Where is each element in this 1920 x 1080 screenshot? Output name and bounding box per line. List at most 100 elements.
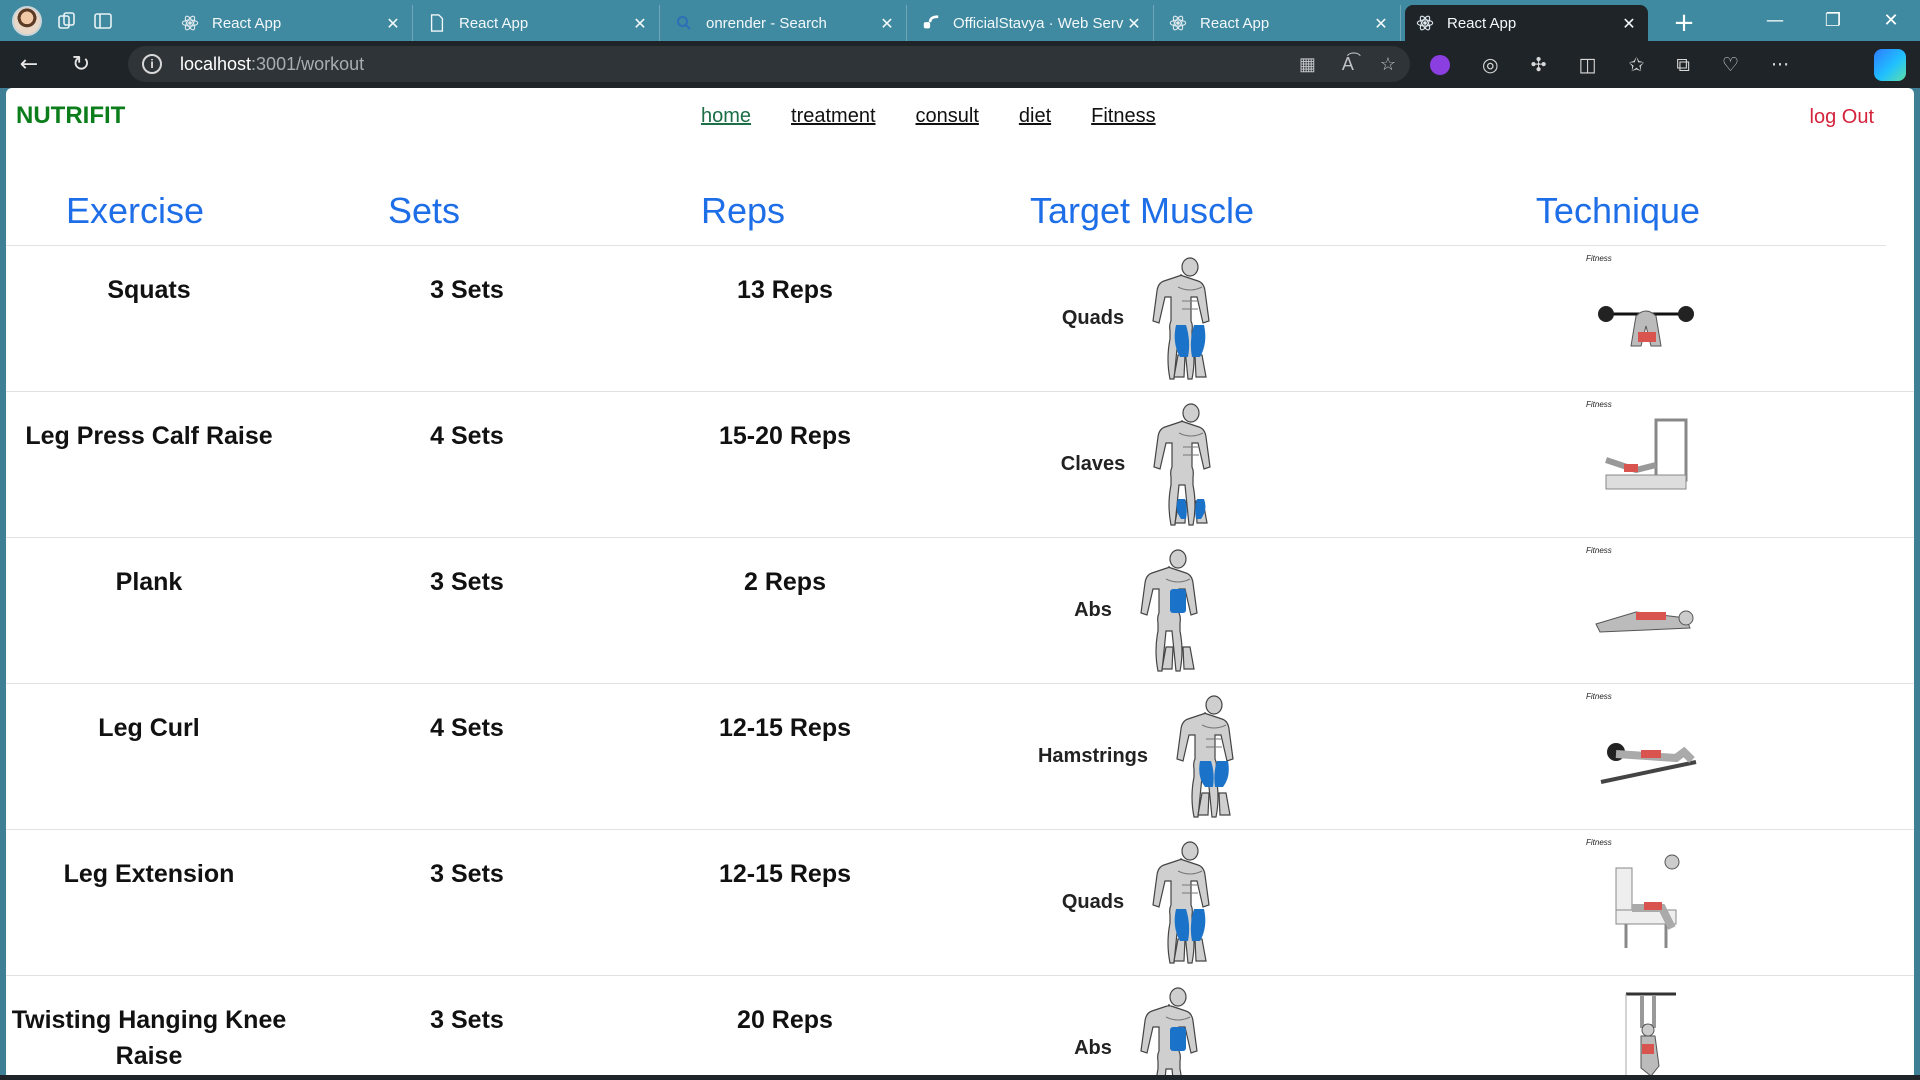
tab-actions-icon[interactable] <box>92 10 114 32</box>
technique-illustration: Fitness <box>1586 546 1706 670</box>
restore-button[interactable]: ❐ <box>1804 0 1862 41</box>
page-viewport: NUTRIFIT home treatment consult diet Fit… <box>6 88 1914 1075</box>
muscle-label: Quads <box>1061 891 1125 913</box>
tab-bar-left <box>0 0 170 41</box>
muscle-diagram-front-quads-icon <box>1138 256 1242 381</box>
search-icon <box>674 13 694 33</box>
close-tab-icon[interactable]: ✕ <box>1125 14 1143 33</box>
exercise-name: Leg Curl <box>98 714 200 742</box>
extensions-toolbar: ◎ ✣ ◫ ✩ ⧉ ♡ ··· <box>1430 41 1789 88</box>
tab-title: onrender - Search <box>706 14 827 32</box>
muscle-diagram-front-abs-icon <box>1126 548 1230 673</box>
reps-value: 12-15 Reps <box>718 714 852 742</box>
sets-value: 3 Sets <box>430 276 504 304</box>
muscle-diagram-front-abs-icon <box>1126 986 1230 1075</box>
brand-logo[interactable]: NUTRIFIT <box>16 102 125 130</box>
muscle-label: Abs <box>1074 599 1112 621</box>
technique-cell: Fitness <box>1376 392 1914 537</box>
table-row: Leg Press Calf Raise 4 Sets 15-20 Reps Clav… <box>6 392 1914 538</box>
exercise-name: Plank <box>115 568 183 596</box>
extension-target-icon[interactable]: ◎ <box>1482 54 1499 76</box>
muscle-label: Quads <box>1061 307 1125 329</box>
technique-illustration: Fitness <box>1586 692 1706 816</box>
nav-link-diet[interactable]: diet <box>1019 105 1051 128</box>
copilot-icon[interactable] <box>1874 49 1906 81</box>
nav-link-treatment[interactable]: treatment <box>791 105 875 128</box>
technique-watermark: Fitness <box>1586 400 1612 409</box>
split-screen-icon[interactable]: ◫ <box>1579 54 1597 76</box>
sets-value: 3 Sets <box>430 860 504 888</box>
muscle-label: Abs <box>1074 1037 1112 1059</box>
sets-value: 4 Sets <box>430 714 504 742</box>
technique-watermark: Fitness <box>1586 546 1612 555</box>
reps-value: 2 Reps <box>744 568 826 596</box>
technique-illustration: Fitness <box>1586 400 1706 524</box>
apps-icon[interactable]: ▦ <box>1299 54 1316 75</box>
exercise-name: Twisting Hanging Knee Raise <box>11 1006 287 1070</box>
technique-cell <box>1376 976 1914 1075</box>
header-reps: Reps <box>700 189 786 231</box>
table-row: Squats 3 Sets 13 Reps Quads Fitness <box>6 246 1914 392</box>
browser-tab[interactable]: onrender - Search ✕ <box>664 5 907 41</box>
browser-tab[interactable]: React App ✕ <box>417 5 660 41</box>
browser-tab[interactable]: React App ✕ <box>1158 5 1401 41</box>
workout-table: Exercise Sets Reps Target Muscle Techniq… <box>6 176 1914 1075</box>
address-bar-actions: ▦ A͡ ☆ <box>1299 46 1396 82</box>
logout-link[interactable]: log Out <box>1810 106 1874 129</box>
page-icon <box>427 13 447 33</box>
browser-essentials-icon[interactable]: ♡ <box>1722 54 1739 76</box>
close-tab-icon[interactable]: ✕ <box>631 14 649 33</box>
refresh-button[interactable]: ↻ <box>58 45 104 85</box>
browser-tab[interactable]: OfficialStavya · Web Serv ✕ <box>911 5 1154 41</box>
main-menu: home treatment consult diet Fitness <box>701 105 1156 128</box>
app-navbar: NUTRIFIT home treatment consult diet Fit… <box>6 88 1914 150</box>
browser-tab[interactable]: React App ✕ <box>1405 5 1648 41</box>
close-tab-icon[interactable]: ✕ <box>1620 14 1638 33</box>
close-tab-icon[interactable]: ✕ <box>384 14 402 33</box>
table-row: Leg Extension 3 Sets 12-15 Reps Quads Fitnes… <box>6 830 1914 976</box>
browser-tab-bar: React App ✕ React App ✕ onrender - Search ✕ Of… <box>0 0 1920 41</box>
nav-link-home[interactable]: home <box>701 105 751 128</box>
tab-title: React App <box>1200 14 1270 32</box>
table-header: Exercise Sets Reps Target Muscle Techniq… <box>6 176 1886 246</box>
technique-cell: Fitness <box>1376 246 1914 391</box>
browser-toolbar: ← ↻ i localhost:3001/workout ▦ A͡ ☆ ◎ ✣ … <box>0 41 1920 88</box>
favorites-icon[interactable]: ✩ <box>1628 54 1644 76</box>
new-tab-button[interactable]: + <box>1664 5 1704 41</box>
favorite-star-icon[interactable]: ☆ <box>1380 54 1396 75</box>
back-button[interactable]: ← <box>6 45 52 85</box>
technique-watermark: Fitness <box>1586 254 1612 263</box>
url-path: :3001/workout <box>251 53 365 74</box>
technique-watermark: Fitness <box>1586 692 1612 701</box>
reps-value: 15-20 Reps <box>718 422 852 450</box>
minimize-button[interactable]: — <box>1746 0 1804 41</box>
target-muscle-cell: Quads <box>928 246 1376 391</box>
muscle-label: Hamstrings <box>1037 745 1149 767</box>
render-icon <box>921 13 941 33</box>
technique-cell: Fitness <box>1376 684 1914 829</box>
extensions-icon[interactable]: ✣ <box>1531 54 1547 76</box>
url-host: localhost <box>180 53 252 74</box>
exercise-name: Leg Extension <box>63 860 235 888</box>
extension-purple-icon[interactable] <box>1430 54 1450 75</box>
close-window-button[interactable]: ✕ <box>1862 0 1920 41</box>
address-bar[interactable]: i localhost:3001/workout ▦ A͡ ☆ <box>128 46 1410 82</box>
more-menu-icon[interactable]: ··· <box>1771 54 1789 76</box>
technique-illustration <box>1586 984 1706 1075</box>
window-bottom-edge <box>0 1075 1920 1080</box>
close-tab-icon[interactable]: ✕ <box>878 14 896 33</box>
close-tab-icon[interactable]: ✕ <box>1372 14 1390 33</box>
header-target-muscle: Target Muscle <box>1029 189 1255 231</box>
read-aloud-icon[interactable]: A͡ <box>1342 54 1354 75</box>
nav-link-fitness[interactable]: Fitness <box>1091 105 1155 128</box>
tab-title: OfficialStavya · Web Serv <box>953 14 1124 32</box>
nav-link-consult[interactable]: consult <box>916 105 979 128</box>
browser-tab[interactable]: React App ✕ <box>170 5 413 41</box>
site-info-icon[interactable]: i <box>142 54 162 74</box>
profile-avatar[interactable] <box>12 5 42 36</box>
collections-icon[interactable]: ⧉ <box>1676 54 1690 76</box>
workspaces-icon[interactable] <box>56 10 78 32</box>
sets-value: 4 Sets <box>430 422 504 450</box>
muscle-diagram-back-calves-icon <box>1139 402 1243 527</box>
header-sets: Sets <box>387 189 461 231</box>
